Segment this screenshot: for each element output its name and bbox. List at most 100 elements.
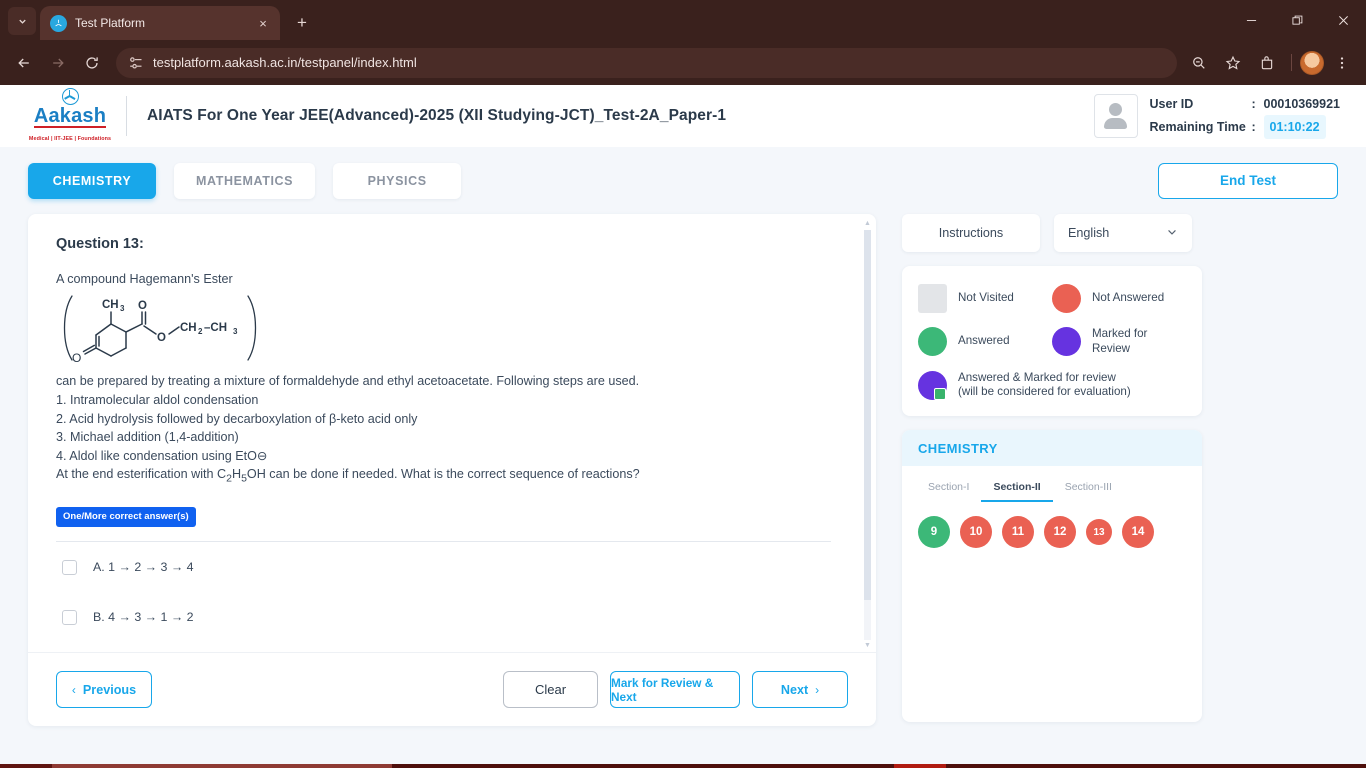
taskbar-segment-left — [0, 764, 52, 768]
question-number-9[interactable]: 9 — [918, 516, 950, 549]
chevron-left-icon: ‹ — [71, 682, 76, 697]
mark-review-label: Mark for Review & Next — [611, 675, 714, 704]
content-area: Question 13: A compound Hagemann's Ester — [0, 214, 1366, 726]
svg-text:CH: CH — [180, 322, 197, 334]
instructions-button[interactable]: Instructions — [902, 214, 1040, 252]
app-header: Aakash Medical | IIT-JEE | Foundations A… — [0, 85, 1366, 147]
minimize-icon[interactable] — [1228, 0, 1274, 40]
url-text: testplatform.aakash.ac.in/testpanel/inde… — [153, 55, 417, 70]
taskbar-segment-middle — [392, 764, 894, 768]
tab-physics[interactable]: PHYSICS — [333, 162, 462, 199]
next-button[interactable]: Next › — [752, 671, 848, 708]
legend-swatch-not-answered — [1052, 284, 1081, 313]
aakash-icon — [50, 14, 67, 32]
user-info: User ID : 00010369921 Remaining Time : 0… — [1093, 93, 1340, 139]
svg-text:CH: CH — [102, 299, 119, 311]
end-test-button[interactable]: End Test — [1158, 162, 1338, 199]
language-value: English — [1068, 226, 1110, 240]
mark-for-review-next-button[interactable]: Mark for Review & Next — [610, 671, 740, 708]
user-id-value: 00010369921 — [1263, 97, 1340, 111]
legend-label-not-visited: Not Visited — [958, 291, 1014, 305]
legend-marked-for-review: Marked for Review — [1052, 327, 1186, 357]
maximize-icon[interactable] — [1274, 0, 1320, 40]
forward-arrow-icon[interactable] — [42, 47, 74, 79]
end-test-label: End Test — [1219, 173, 1276, 188]
user-id-row: User ID : 00010369921 — [1150, 93, 1340, 115]
reload-icon[interactable] — [76, 47, 108, 79]
profile-avatar[interactable] — [1300, 50, 1324, 75]
question-scroll-area: Question 13: A compound Hagemann's Ester — [28, 214, 876, 652]
question-number-14[interactable]: 14 — [1122, 516, 1154, 549]
subject-tab-bar: CHEMISTRY MATHEMATICS PHYSICS End Test — [0, 147, 1366, 214]
section-tabs: Section-I Section-II Section-III — [902, 466, 1202, 503]
instructions-label: Instructions — [938, 226, 1004, 240]
remaining-time-row: Remaining Time : 01:10:22 — [1150, 115, 1340, 139]
next-label: Next — [780, 682, 809, 697]
question-number-list: 9 10 11 12 13 14 — [902, 502, 1202, 549]
aakash-logo: Aakash Medical | IIT-JEE | Foundations — [28, 88, 112, 144]
star-icon[interactable] — [1217, 47, 1249, 79]
svg-text:O: O — [157, 332, 166, 344]
option-row-b[interactable]: B. 4 → 3 → 1 → 2 — [56, 592, 848, 642]
tab-chemistry-label: CHEMISTRY — [52, 173, 132, 188]
scroll-up-arrow-icon[interactable]: ▲ — [863, 220, 872, 228]
browser-tab[interactable]: Test Platform × — [40, 6, 280, 40]
question-number-10[interactable]: 10 — [960, 516, 992, 549]
option-checkbox-b[interactable] — [62, 609, 77, 625]
legend-swatch-marked — [1052, 327, 1081, 357]
scrollbar-thumb[interactable] — [864, 230, 871, 600]
option-checkbox-a[interactable] — [62, 559, 77, 575]
tab-chemistry[interactable]: CHEMISTRY — [28, 162, 156, 199]
zoom-out-icon[interactable] — [1183, 47, 1215, 79]
svg-text:3: 3 — [120, 304, 125, 313]
clear-button[interactable]: Clear — [503, 671, 598, 708]
section-tab-1[interactable]: Section-I — [916, 476, 981, 502]
legend-answered-marked-line1: Answered & Marked for review — [958, 370, 1116, 384]
extensions-icon[interactable] — [1251, 47, 1283, 79]
legend-label-marked: Marked for Review — [1092, 327, 1148, 355]
option-label-a: A. 1 → 2 → 3 → 4 — [93, 560, 194, 575]
close-icon[interactable]: × — [254, 14, 272, 32]
legend-answered-marked-line2: (will be considered for evaluation) — [958, 385, 1131, 399]
question-number-13[interactable]: 13 — [1086, 519, 1112, 546]
tab-mathematics[interactable]: MATHEMATICS — [174, 162, 316, 199]
tab-strip: Test Platform × + — [0, 0, 1366, 40]
answer-type-badge: One/More correct answer(s) — [56, 507, 196, 528]
browser-toolbar: testplatform.aakash.ac.in/testpanel/inde… — [0, 40, 1366, 85]
avatar — [1093, 94, 1138, 138]
taskbar-segment-accent — [894, 764, 946, 768]
remaining-time-value: 01:10:22 — [1263, 115, 1326, 139]
tab-search-button[interactable] — [8, 7, 36, 35]
new-tab-button[interactable]: + — [288, 9, 316, 37]
question-scrollbar[interactable]: ▲ ▼ — [863, 220, 872, 650]
logo-word: Aakash — [33, 105, 107, 128]
language-select[interactable]: English — [1054, 214, 1192, 252]
legend-not-visited: Not Visited — [918, 284, 1052, 313]
browser-chrome: Test Platform × + testplatform.aakash.ac… — [0, 0, 1366, 85]
previous-button[interactable]: ‹ Previous — [56, 671, 152, 708]
user-id-colon: : — [1251, 97, 1256, 111]
legend-label-answered-marked: Answered & Marked for review (will be co… — [958, 371, 1131, 401]
section-tab-3[interactable]: Section-III — [1053, 476, 1124, 502]
question-closing: At the end esterification with C2H5OH ca… — [56, 465, 848, 487]
back-arrow-icon[interactable] — [8, 47, 40, 79]
section-tab-2[interactable]: Section-II — [981, 476, 1053, 503]
question-step-3: 3. Michael addition (1,4-addition) — [56, 430, 239, 445]
address-bar[interactable]: testplatform.aakash.ac.in/testpanel/inde… — [116, 47, 1177, 78]
user-id-label: User ID — [1149, 97, 1194, 111]
question-step-2: 2. Acid hydrolysis followed by decarboxy… — [56, 411, 418, 426]
kebab-menu-icon[interactable] — [1326, 47, 1358, 79]
close-icon[interactable] — [1320, 0, 1366, 40]
question-footer: ‹ Previous Clear Mark for Review & Next … — [28, 652, 876, 726]
scroll-down-arrow-icon[interactable]: ▼ — [863, 642, 872, 650]
option-row-a[interactable]: A. 1 → 2 → 3 → 4 — [56, 542, 848, 592]
option-row-c[interactable]: C. 1 → 3 → 2 → 4 — [56, 642, 848, 652]
svg-text:2: 2 — [198, 327, 203, 336]
legend-not-answered: Not Answered — [1052, 284, 1186, 313]
legend-answered-and-marked: Answered & Marked for review (will be co… — [918, 371, 1186, 401]
question-number-11[interactable]: 11 — [1002, 516, 1034, 549]
question-number-12[interactable]: 12 — [1044, 516, 1076, 549]
svg-text:–CH: –CH — [204, 322, 227, 334]
svg-text:O: O — [72, 351, 81, 365]
site-settings-icon[interactable] — [128, 55, 144, 71]
